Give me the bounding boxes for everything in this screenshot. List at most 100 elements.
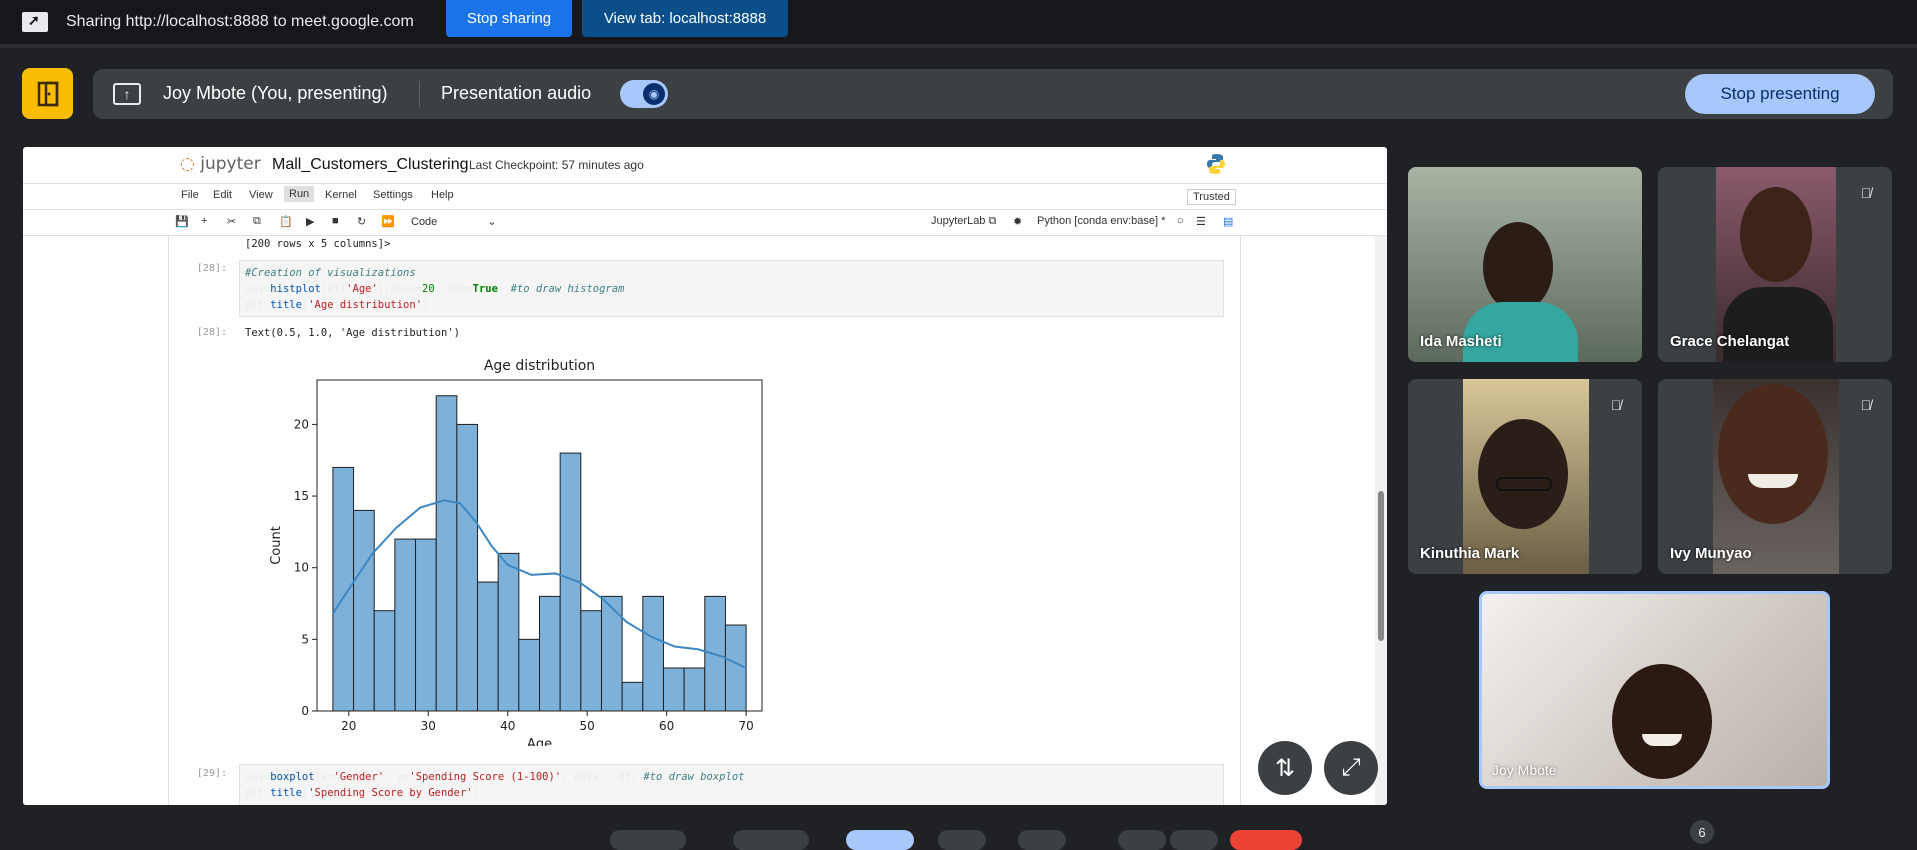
code-line: plt.title('Spending Score by Gender') [245, 785, 1218, 801]
control-button[interactable] [733, 830, 809, 850]
leave-presentation-button[interactable] [22, 68, 73, 119]
presenter-name: Joy Mbote (You, presenting) [163, 83, 388, 103]
code-token: (df[ [320, 283, 347, 295]
histogram-bar [683, 667, 706, 712]
histogram-bar [662, 667, 685, 712]
divider [0, 44, 1917, 48]
code-token: 'Gender' [333, 771, 385, 783]
fast-forward-icon[interactable]: ⏩ [381, 215, 395, 228]
notebook-toolbar: 💾 + ✂ ⧉ 📋 ▶ ■ ↻ ⏩ Code ⌄ JupyterLab ⧉ ✹ P… [23, 209, 1387, 236]
debugger-icon[interactable]: ✹ [1013, 215, 1022, 228]
stop-presenting-button[interactable]: Stop presenting [1685, 74, 1875, 114]
view-tab-button[interactable]: View tab: localhost:8888 [582, 0, 788, 37]
participant-tile[interactable]: Ida Masheti [1408, 167, 1642, 362]
participant-video-silhouette [1483, 222, 1553, 312]
leave-call-button[interactable] [1230, 830, 1302, 850]
code-token: True [472, 283, 498, 295]
menu-edit[interactable]: Edit [213, 189, 232, 201]
speaker-icon: ◉ [643, 83, 665, 105]
control-button[interactable] [1118, 830, 1166, 850]
save-icon[interactable]: 💾 [175, 215, 189, 228]
y-tick-label: 10 [294, 561, 309, 575]
code-token: boxplot [270, 771, 315, 783]
code-token: 'Spending Score by Gender' [308, 787, 473, 799]
histogram-bar [580, 610, 602, 712]
histogram-bar [518, 638, 541, 712]
control-button[interactable] [846, 830, 914, 850]
code-cell-28[interactable]: #Creation of visualizations sns.histplot… [239, 260, 1224, 317]
cell-type-select[interactable]: Code ⌄ [411, 215, 497, 228]
swap-arrows-icon: ⇅ [1274, 754, 1296, 782]
code-token: ) [497, 283, 511, 295]
menu-icon[interactable]: ☰ [1196, 215, 1206, 228]
sharing-status-text: Sharing http://localhost:8888 to meet.go… [66, 13, 414, 30]
jupyter-logo[interactable]: ◌ jupyter [180, 154, 261, 174]
notebook-scrollbar[interactable] [1375, 236, 1387, 805]
menu-view[interactable]: View [249, 189, 273, 201]
histogram-bar [394, 538, 417, 712]
code-token: plt. [245, 787, 271, 799]
kernel-name[interactable]: Python [conda env:base] * [1037, 215, 1165, 227]
menu-file[interactable]: File [181, 189, 199, 201]
jupyterlab-link[interactable]: JupyterLab ⧉ [931, 215, 996, 228]
menu-kernel[interactable]: Kernel [325, 189, 357, 201]
notebook-title[interactable]: Mall_Customers_Clustering [272, 156, 469, 174]
participant-name: Kinuthia Mark [1420, 545, 1520, 562]
paste-icon[interactable]: 📋 [279, 215, 293, 228]
histogram-bar [477, 581, 499, 712]
histogram-bar [415, 538, 437, 712]
participant-tile[interactable]: 🎙̸ Grace Chelangat [1658, 167, 1892, 362]
stop-sharing-button[interactable]: Stop sharing [446, 0, 572, 37]
mic-off-icon: 🎙̸ [1610, 397, 1622, 413]
control-button[interactable] [1018, 830, 1066, 850]
cut-icon[interactable]: ✂ [227, 215, 236, 228]
histogram-bar [332, 466, 355, 712]
fullscreen-button[interactable]: ⤢ [1324, 741, 1378, 795]
x-tick-label: 40 [500, 719, 515, 733]
participant-video-silhouette [1612, 664, 1712, 779]
add-cell-icon[interactable]: + [201, 215, 207, 227]
participant-video-silhouette [1463, 302, 1578, 362]
participant-video-silhouette [1723, 287, 1833, 362]
participant-video-silhouette [1642, 734, 1682, 746]
stop-kernel-icon[interactable]: ■ [332, 215, 339, 227]
restart-icon[interactable]: ↻ [357, 215, 366, 228]
screen-share-icon [22, 12, 48, 32]
jupyter-menu-bar: File Edit View Run Kernel Settings Help … [23, 183, 1387, 210]
presentation-audio-toggle[interactable]: ◉ [620, 80, 668, 108]
code-token: plt. [245, 299, 271, 311]
chart-title: Age distribution [484, 358, 595, 374]
participant-tile[interactable]: 🎙̸ Kinuthia Mark [1408, 379, 1642, 574]
x-tick-label: 20 [341, 719, 356, 733]
trusted-badge[interactable]: Trusted [1187, 189, 1236, 205]
participant-tile[interactable]: 🎙̸ Ivy Munyao [1658, 379, 1892, 574]
control-button[interactable] [1170, 830, 1218, 850]
histogram-bar [621, 681, 644, 712]
scrollbar-thumb[interactable] [1378, 491, 1384, 641]
shared-screen: ◌ jupyter Mall_Customers_Clustering Last… [23, 147, 1387, 805]
code-token: histplot [270, 283, 321, 295]
menu-settings[interactable]: Settings [373, 189, 413, 201]
y-tick-label: 20 [294, 417, 309, 431]
code-token: title [270, 299, 302, 311]
divider [419, 81, 420, 107]
toc-icon[interactable]: ▤ [1223, 215, 1233, 228]
participant-video-silhouette [1496, 477, 1552, 491]
door-icon [37, 81, 58, 106]
code-cell-29[interactable]: sns.boxplot(x='Gender', y='Spending Scor… [239, 764, 1224, 805]
histogram-bar [539, 595, 561, 712]
control-button[interactable] [938, 830, 986, 850]
run-icon[interactable]: ▶ [306, 215, 314, 228]
notebook-area: [200 rows x 5 columns]> [28]: #Creation … [23, 236, 1387, 805]
self-view-tile[interactable]: Joy Mbote [1479, 591, 1830, 789]
x-tick-label: 70 [738, 719, 753, 733]
menu-run[interactable]: Run [284, 186, 315, 202]
copy-icon[interactable]: ⧉ [253, 215, 261, 228]
swap-layout-button[interactable]: ⇅ [1258, 741, 1312, 795]
code-token: (x= [314, 771, 334, 783]
menu-help[interactable]: Help [431, 189, 454, 201]
code-comment: #to draw boxplot [643, 771, 745, 783]
histogram-bar [724, 624, 747, 712]
control-button[interactable] [610, 830, 686, 850]
histogram-bar [373, 610, 396, 712]
